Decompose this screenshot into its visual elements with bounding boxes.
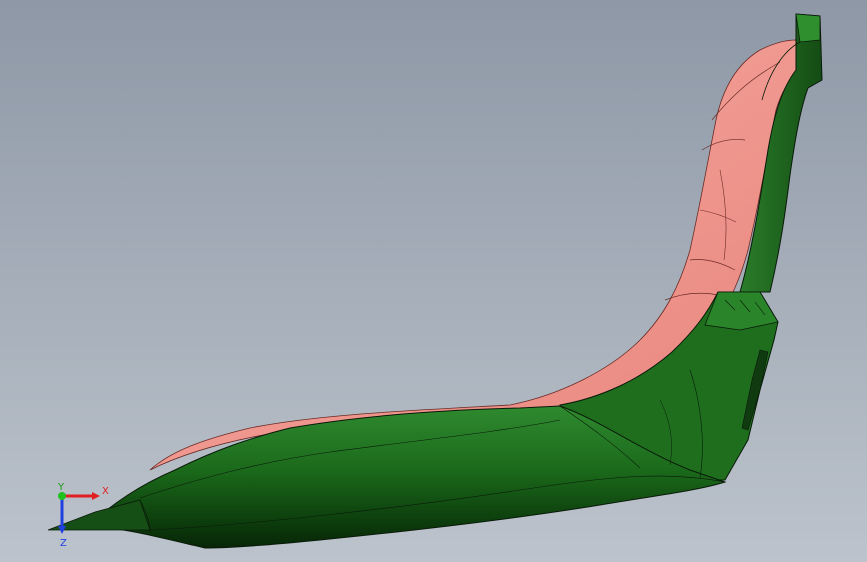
z-axis-label: Z bbox=[60, 538, 67, 549]
z-axis-head bbox=[58, 526, 66, 534]
3d-model-view[interactable] bbox=[0, 0, 867, 562]
reference-triad: X Y Z bbox=[57, 482, 109, 549]
y-axis-dot bbox=[58, 492, 66, 500]
x-axis-head bbox=[92, 492, 100, 500]
x-axis-label: X bbox=[102, 486, 109, 497]
y-axis-label: Y bbox=[57, 482, 65, 493]
graphics-viewport[interactable]: X Y Z bbox=[0, 0, 867, 562]
seat-back-flange bbox=[795, 13, 821, 43]
